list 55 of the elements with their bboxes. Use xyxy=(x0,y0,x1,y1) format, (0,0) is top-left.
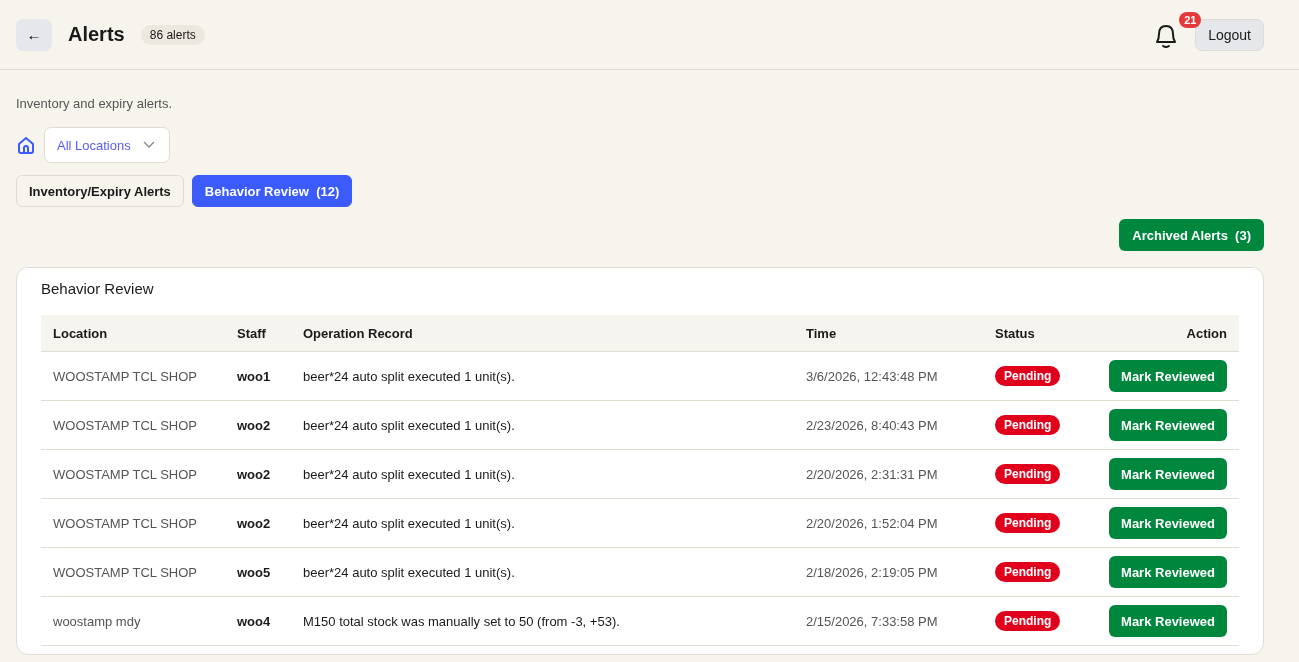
status-badge: Pending xyxy=(995,415,1061,435)
page-subtitle: Inventory and expiry alerts. xyxy=(16,96,174,111)
location-cell-text: woostamp mdy xyxy=(52,613,142,629)
mark-reviewed-button[interactable]: Mark Reviewed xyxy=(1109,458,1227,490)
column-header: Status xyxy=(994,325,1036,341)
operation-record-cell-text: beer*24 auto split executed 1 unit(s). xyxy=(302,368,516,384)
staff-cell-text: woo2 xyxy=(236,515,272,531)
operation-record-cell-text: beer*24 auto split executed 1 unit(s). xyxy=(302,417,516,433)
tab[interactable]: Behavior Review (12) xyxy=(191,175,353,207)
time-cell-text: 2/15/2026, 7:33:58 PM xyxy=(805,613,939,629)
staff-cell-text: woo4 xyxy=(236,613,272,629)
staff-cell-text: woo5 xyxy=(236,564,272,580)
status-badge: Pending xyxy=(995,366,1061,386)
mark-reviewed-button[interactable]: Mark Reviewed xyxy=(1109,556,1227,588)
back-button[interactable]: ← xyxy=(16,18,52,51)
staff-cell-text: woo2 xyxy=(236,466,272,482)
mark-reviewed-button[interactable]: Mark Reviewed xyxy=(1109,605,1227,637)
location-cell-text: WOOSTAMP TCL SHOP xyxy=(52,368,198,384)
time-cell-text: 2/20/2026, 2:31:31 PM xyxy=(805,466,939,482)
mark-reviewed-button[interactable]: Mark Reviewed xyxy=(1109,409,1227,441)
mark-reviewed-button[interactable]: Mark Reviewed xyxy=(1109,507,1227,539)
chevron-down-icon xyxy=(142,141,155,149)
archived-alerts-button[interactable]: Archived Alerts (3) xyxy=(1119,219,1264,251)
location-select[interactable]: All Locations xyxy=(44,127,170,163)
location-cell-text: WOOSTAMP TCL SHOP xyxy=(52,466,198,482)
time-cell-text: 2/18/2026, 2:19:05 PM xyxy=(805,564,939,580)
time-cell-text: 2/20/2026, 1:52:04 PM xyxy=(805,515,939,531)
operation-record-cell-text: beer*24 auto split executed 1 unit(s). xyxy=(302,564,516,580)
time-cell-text: 2/23/2026, 8:40:43 PM xyxy=(805,417,939,433)
notification-count-badge: 21 xyxy=(1179,11,1202,28)
status-badge: Pending xyxy=(995,464,1061,484)
operation-record-cell-text: M150 total stock was manually set to 50 (from -3, +53). xyxy=(302,613,621,629)
status-badge: Pending xyxy=(995,513,1061,533)
location-cell-text: WOOSTAMP TCL SHOP xyxy=(52,564,198,580)
column-header: Location xyxy=(52,325,109,341)
location-cell-text: WOOSTAMP TCL SHOP xyxy=(52,417,198,433)
home-icon[interactable] xyxy=(16,135,36,155)
alert-count-badge: 86 alerts xyxy=(140,24,205,45)
column-header: Staff xyxy=(236,325,267,341)
operation-record-cell-text: beer*24 auto split executed 1 unit(s). xyxy=(302,515,516,531)
column-header: Operation Record xyxy=(302,325,414,341)
logout-button[interactable]: Logout xyxy=(1195,18,1264,51)
staff-cell-text: woo2 xyxy=(236,417,272,433)
mark-reviewed-button[interactable]: Mark Reviewed xyxy=(1109,360,1227,392)
tab[interactable]: Inventory/Expiry Alerts xyxy=(16,175,184,207)
column-header: Action xyxy=(1185,325,1228,341)
time-cell-text: 3/6/2026, 12:43:48 PM xyxy=(805,368,939,384)
status-badge: Pending xyxy=(995,562,1061,582)
operation-record-cell-text: beer*24 auto split executed 1 unit(s). xyxy=(302,466,516,482)
page-title: Alerts xyxy=(68,23,125,46)
panel-title: Behavior Review xyxy=(41,280,155,297)
location-cell-text: WOOSTAMP TCL SHOP xyxy=(52,515,198,531)
status-badge: Pending xyxy=(995,611,1061,631)
staff-cell-text: woo1 xyxy=(236,368,272,384)
column-header: Time xyxy=(805,325,838,341)
